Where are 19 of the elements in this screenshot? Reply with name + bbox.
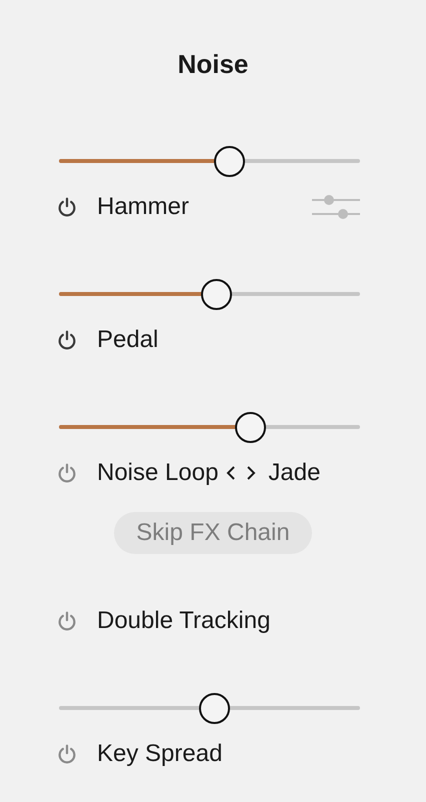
power-icon[interactable] — [56, 329, 78, 351]
effect-label: Hammer — [97, 193, 190, 221]
effect-label: Key Spread — [97, 740, 222, 768]
slider-track[interactable] — [59, 411, 360, 443]
slider-track[interactable] — [59, 278, 360, 310]
preset-name: Jade — [268, 459, 320, 487]
panel-title: Noise — [176, 48, 250, 80]
effect-label: Pedal — [97, 326, 158, 354]
chevron-left-icon[interactable] — [226, 465, 236, 481]
slider-thumb[interactable] — [235, 412, 266, 443]
slider-thumb[interactable] — [200, 279, 232, 310]
effect-label: Noise Loop — [97, 459, 218, 487]
slider-thumb[interactable] — [214, 146, 246, 177]
power-icon[interactable] — [56, 196, 78, 218]
slider-track[interactable] — [59, 145, 360, 177]
effect-label: Double Tracking — [97, 607, 270, 635]
slider-track[interactable] — [59, 692, 360, 724]
chevron-right-icon[interactable] — [246, 465, 256, 481]
slider-thumb[interactable] — [199, 693, 230, 724]
